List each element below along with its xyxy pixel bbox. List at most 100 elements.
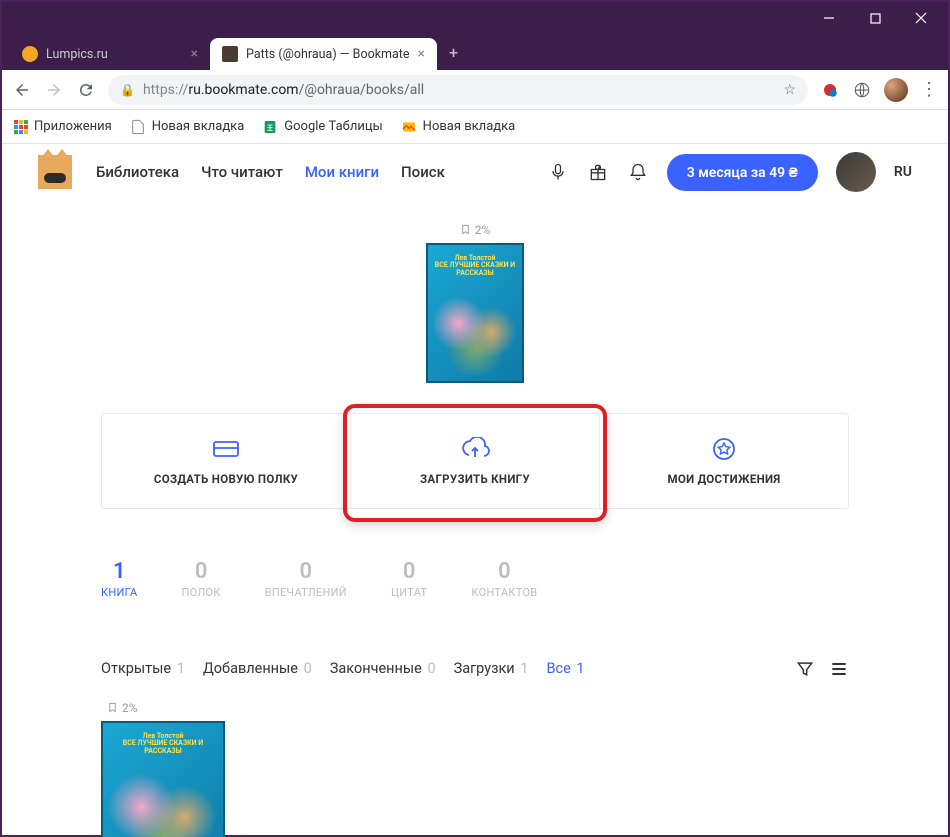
bookmark-item[interactable]: Новая вкладка [401,119,516,135]
stat-impressions[interactable]: 0 ВПЕЧАТЛЕНИЙ [265,559,347,599]
gift-icon[interactable] [587,161,609,183]
browser-tab-inactive[interactable]: Lumpics.ru × [10,38,210,70]
favicon-icon [22,46,38,62]
stat-contacts[interactable]: 0 КОНТАКТОВ [471,559,537,599]
filter-icon[interactable] [795,659,815,679]
shelf-icon [112,436,340,462]
mic-icon[interactable] [547,161,569,183]
filter-open[interactable]: Открытые 1 [101,660,185,677]
browser-tabs: Lumpics.ru × Patts (@ohraua) — Bookmate … [2,34,948,70]
action-label: СОЗДАТЬ НОВУЮ ПОЛКУ [112,472,340,486]
bookmark-icon [107,702,118,713]
progress-value: 2% [122,701,138,715]
stat-number: 0 [265,559,347,584]
close-icon[interactable]: × [191,46,198,62]
stat-number: 0 [471,559,537,584]
browser-tab-active[interactable]: Patts (@ohraua) — Bookmate × [210,38,437,70]
bookmarks-bar: Приложения Новая вкладка Google Таблицы … [2,110,948,144]
stat-label: ПОЛОК [182,586,221,599]
stat-number: 1 [101,559,138,584]
bookmark-star-icon[interactable]: ☆ [783,82,796,98]
bell-icon[interactable] [627,161,649,183]
window-close[interactable] [898,2,944,34]
image-icon [401,119,417,135]
language-selector[interactable]: RU [894,164,912,180]
bookmark-label: Новая вкладка [423,119,516,134]
nav-library[interactable]: Библиотека [96,163,179,181]
nav-reading[interactable]: Что читают [201,163,283,181]
bookmark-icon [460,224,471,235]
featured-book: 2% Лев ТолстойВСЕ ЛУЧШИЕ СКАЗКИ И РАССКА… [101,220,849,383]
window-titlebar [2,2,948,34]
cloud-upload-icon [361,436,589,462]
filter-all[interactable]: Все 1 [546,660,584,677]
action-cards: СОЗДАТЬ НОВУЮ ПОЛКУ ЗАГРУЗИТЬ КНИГУ МОИ … [101,413,849,509]
cover-illustration [434,289,516,375]
action-label: ЗАГРУЗИТЬ КНИГУ [361,472,589,486]
new-tab-button[interactable]: + [437,43,470,62]
stat-quotes[interactable]: 0 ЦИТАТ [391,559,427,599]
address-bar[interactable]: 🔒 https://ru.bookmate.com/@ohraua/books/… [108,75,808,105]
main-nav: Библиотека Что читают Мои книги Поиск [96,163,445,181]
list-view-icon[interactable] [829,659,849,679]
url-text: https://ru.bookmate.com/@ohraua/books/al… [143,82,424,98]
nav-search[interactable]: Поиск [401,163,445,181]
tab-title: Lumpics.ru [46,47,108,62]
bookmark-label: Google Таблицы [284,119,382,134]
bookmark-label: Новая вкладка [152,119,245,134]
page-icon [130,119,146,135]
bookmark-item[interactable]: Новая вкладка [130,119,245,135]
achievements-button[interactable]: МОИ ДОСТИЖЕНИЯ [600,414,848,508]
promo-button[interactable]: 3 месяца за 49 ₴ [667,154,818,191]
browser-menu-button[interactable]: ⋮ [920,79,938,100]
favicon-icon [222,46,238,62]
stat-label: КНИГА [101,586,138,599]
apps-label: Приложения [34,119,112,134]
progress-value: 2% [475,223,491,237]
stat-label: ВПЕЧАТЛЕНИЙ [265,586,347,599]
close-icon[interactable]: × [418,46,425,62]
header-right: 3 месяца за 49 ₴ RU [547,152,912,192]
progress-badge: 2% [460,223,491,237]
filter-downloads[interactable]: Загрузки 1 [454,660,529,677]
window-minimize[interactable] [806,2,852,34]
stat-label: КОНТАКТОВ [471,586,537,599]
book-cover[interactable]: Лев ТолстойВСЕ ЛУЧШИЕ СКАЗКИ И РАССКАЗЫ [101,721,225,837]
filter-row: Открытые 1 Добавленные 0 Законченные 0 З… [101,659,849,679]
app-header: Библиотека Что читают Мои книги Поиск 3 … [2,144,948,200]
stats-row: 1 КНИГА 0ПОЛОК 0 ВПЕЧАТЛЕНИЙ 0 ЦИТАТ 0 КОНТА… [101,559,849,599]
create-shelf-button[interactable]: СОЗДАТЬ НОВУЮ ПОЛКУ [102,414,351,508]
progress-badge: 2% [107,701,849,715]
bookmate-logo[interactable] [38,155,72,189]
browser-toolbar: 🔒 https://ru.bookmate.com/@ohraua/books/… [2,70,948,110]
forward-button[interactable] [44,80,64,100]
page-viewport[interactable]: Библиотека Что читают Мои книги Поиск 3 … [2,144,948,837]
cover-illustration [109,767,217,837]
filter-finished[interactable]: Законченные 0 [330,660,436,677]
filter-added[interactable]: Добавленные 0 [203,660,312,677]
profile-avatar[interactable] [884,78,908,102]
cover-text: Лев ТолстойВСЕ ЛУЧШИЕ СКАЗКИ И РАССКАЗЫ [109,733,217,756]
window-maximize[interactable] [852,2,898,34]
lock-icon: 🔒 [120,83,135,97]
back-button[interactable] [12,80,32,100]
book-cover[interactable]: Лев ТолстойВСЕ ЛУЧШИЕ СКАЗКИ И РАССКАЗЫ [426,243,524,383]
stat-number: 0 [391,559,427,584]
stat-shelves[interactable]: 0ПОЛОК [182,559,221,599]
sheets-icon [262,119,278,135]
apps-grid-icon [14,120,28,134]
action-label: МОИ ДОСТИЖЕНИЯ [610,472,838,486]
apps-button[interactable]: Приложения [14,119,112,134]
cover-text: Лев ТолстойВСЕ ЛУЧШИЕ СКАЗКИ И РАССКАЗЫ [434,255,516,278]
book-list-item: 2% Лев ТолстойВСЕ ЛУЧШИЕ СКАЗКИ И РАССКА… [101,701,849,837]
badge-icon [610,436,838,462]
upload-book-button[interactable]: ЗАГРУЗИТЬ КНИГУ [351,414,600,508]
stat-label: ЦИТАТ [391,586,427,599]
stat-books[interactable]: 1 КНИГА [101,559,138,599]
extension-globe-icon[interactable] [852,80,872,100]
bookmark-item[interactable]: Google Таблицы [262,119,382,135]
reload-button[interactable] [76,80,96,100]
extension-icon[interactable] [820,80,840,100]
nav-mybooks[interactable]: Мои книги [305,163,379,181]
user-avatar[interactable] [836,152,876,192]
